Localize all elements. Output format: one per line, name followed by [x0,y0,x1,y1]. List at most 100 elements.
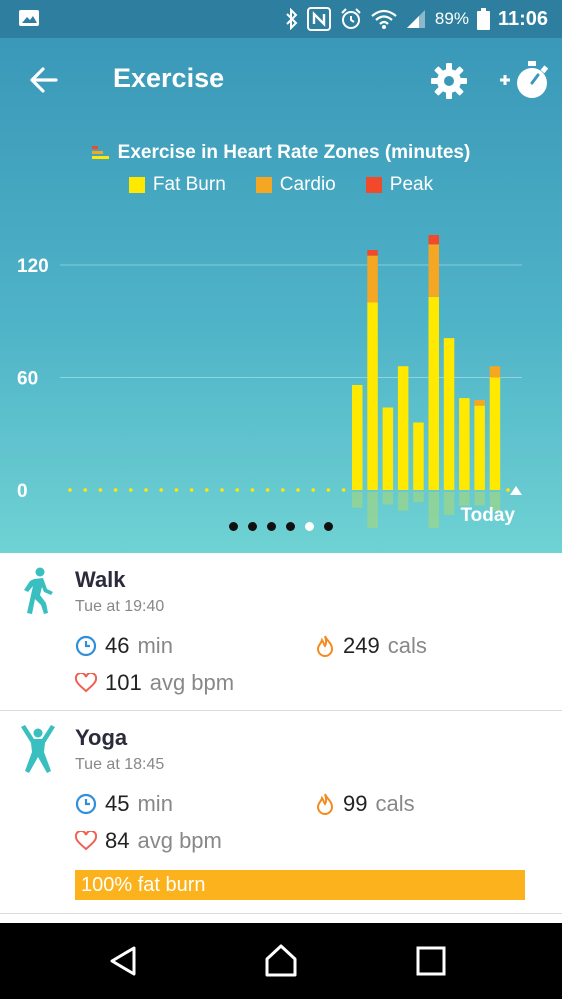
empty-day-dot [220,488,224,492]
pager-dot[interactable] [229,522,238,531]
duration-unit: min [137,791,173,816]
battery-icon [476,8,490,30]
add-timer-icon[interactable] [498,58,550,102]
heart-rate-stat: 84 avg bpm [75,828,222,854]
status-bar: 89% 11:06 [0,0,562,38]
bar-fat-burn [397,366,409,490]
empty-day-dot [265,488,270,492]
calories-value: 249 [343,633,380,658]
empty-day-dot [341,488,346,492]
bluetooth-icon [286,8,298,30]
nfc-icon [306,7,331,31]
duration-unit: min [137,633,173,658]
page-title: Exercise [113,63,225,93]
empty-day-dot [189,488,194,492]
bar-fat-burn [367,302,378,490]
activity-card-yoga[interactable]: Yoga Tue at 18:45 45 min 99 cals 84 avg … [0,711,562,914]
nav-back-icon[interactable] [106,943,142,979]
pager-dot[interactable] [248,522,257,531]
image-notification-icon [19,10,39,26]
activity-card-walk[interactable]: Walk Tue at 19:40 46 min 249 cals 101 av… [0,553,562,711]
empty-day-dot [311,488,316,492]
heart-rate-stat: 101 avg bpm [75,670,234,696]
bar-reflection [382,492,394,505]
bpm-unit: avg bpm [149,670,235,695]
header-panel: Exercise Exercise in Heart Rate Zones (m… [0,38,562,553]
system-nav-bar [0,923,562,999]
pager-dot[interactable] [305,522,314,531]
legend-label-cardio: Cardio [279,174,336,195]
bar-cardio [474,400,485,406]
bar-fat-burn [443,338,455,490]
bar-fat-burn [474,405,485,490]
pager-dot[interactable] [267,522,276,531]
pager-dot[interactable] [324,522,333,531]
clock-icon [75,793,97,815]
chart-title: Exercise in Heart Rate Zones (minutes) [0,142,562,164]
bar-cardio [489,366,501,378]
calories-unit: cals [375,791,415,816]
heart-icon [75,673,97,693]
y-tick-label: 60 [17,369,38,390]
alarm-icon [341,8,361,29]
bar-reflection [474,492,485,506]
legend-swatch-fat-burn [128,177,145,193]
legend-fat-burn: Fat Burn [128,174,226,196]
duration-value: 46 [105,633,130,658]
chart-legend: Fat Burn Cardio Peak [0,174,562,196]
bar-cardio [428,244,439,297]
empty-day-dot [98,488,103,492]
empty-day-dot [281,488,285,492]
calories-stat: 99 cals [315,791,415,817]
back-arrow-icon[interactable] [26,62,62,98]
legend-peak: Peak [365,174,433,196]
chart-title-text: Exercise in Heart Rate Zones (minutes) [117,142,471,163]
empty-day-dot [113,488,118,492]
empty-day-dot [205,488,209,492]
bpm-value: 84 [105,828,130,853]
y-tick-label: 0 [17,481,28,502]
duration-stat: 46 min [75,633,173,659]
y-tick-label: 120 [17,256,49,277]
calories-unit: cals [387,633,427,658]
bar-cardio [367,255,378,303]
bar-fat-burn [382,407,394,490]
signal-icon [406,10,425,28]
zones-icon [91,145,109,159]
bar-peak [428,235,439,245]
calories-stat: 249 cals [315,633,427,659]
heart-icon [75,831,97,851]
fat-burn-zone-bar: 100% fat burn [75,870,525,900]
flame-icon [316,635,334,657]
empty-day-dot [68,488,72,492]
legend-swatch-peak [365,177,382,193]
pager-dot[interactable] [286,522,295,531]
bar-peak [367,250,378,256]
empty-day-dot [83,488,87,492]
activity-name: Yoga [75,725,128,750]
empty-day-dot [174,488,179,492]
bpm-unit: avg bpm [137,828,222,853]
bar-reflection [413,492,424,503]
today-label: Today [460,505,515,526]
bpm-value: 101 [105,670,142,695]
nav-home-icon[interactable] [263,943,299,979]
gear-icon[interactable] [430,62,468,100]
activity-list: Walk Tue at 19:40 46 min 249 cals 101 av… [0,553,562,914]
legend-cardio: Cardio [255,174,336,196]
empty-day-dot [296,488,300,492]
app-bar: Exercise [0,38,562,124]
calories-value: 99 [343,791,368,816]
walk-icon [24,567,53,614]
empty-day-dot [129,488,133,492]
bar-fat-burn [428,296,439,490]
duration-stat: 45 min [75,791,173,817]
zones-bar-chart[interactable]: 0 60 120 [0,210,562,530]
activity-time: Tue at 18:45 [75,756,165,773]
nav-recents-icon[interactable] [413,943,449,979]
bar-reflection [397,492,409,511]
bar-fat-burn [352,385,363,490]
clock-icon [75,635,97,657]
flame-icon [316,793,334,815]
wifi-icon [371,9,397,29]
